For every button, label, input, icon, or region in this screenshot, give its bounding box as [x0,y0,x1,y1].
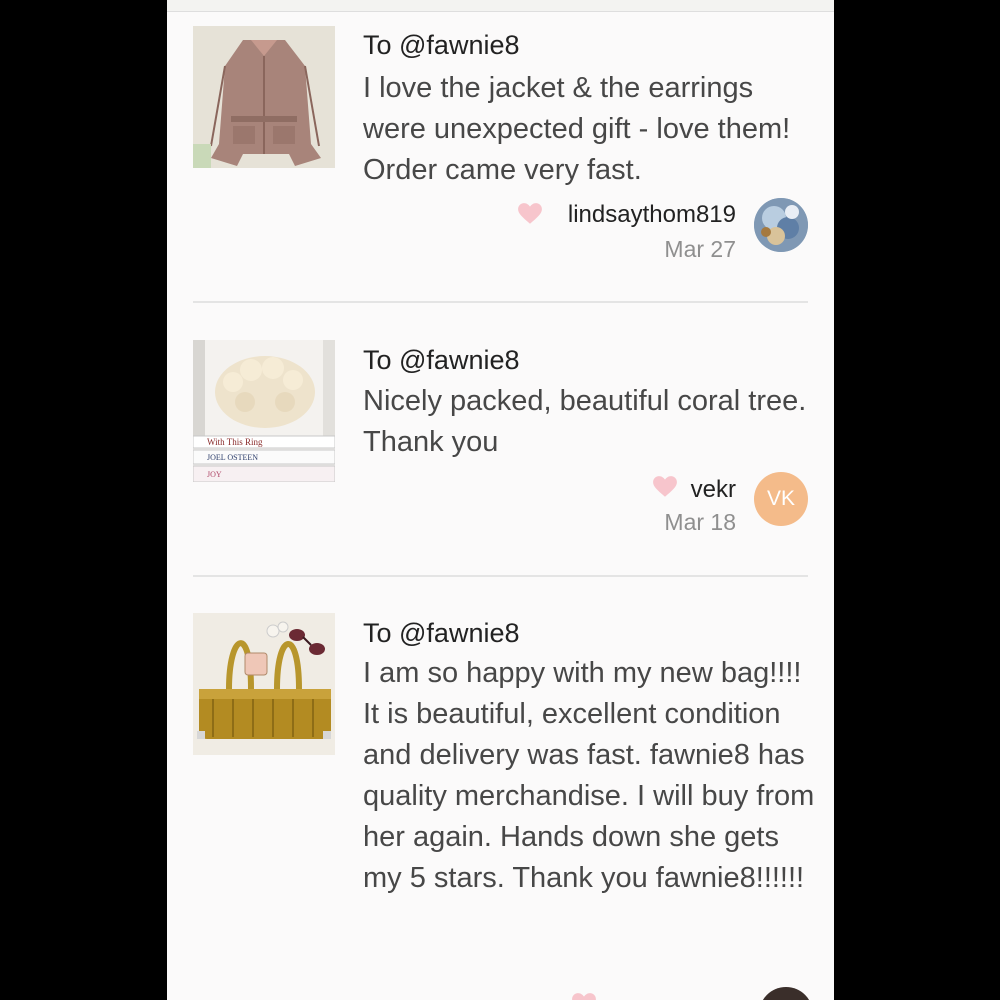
reviewer-username[interactable]: vekr [691,476,736,504]
reviewer-avatar[interactable]: VK [754,472,808,526]
recipient-label: To @fawnie8 [363,30,520,60]
heart-icon[interactable] [571,991,597,1000]
review-item: With This Ring JOEL OSTEEN JOY To @fawni… [167,303,834,576]
review-item: To @fawnie8 I am so happy with my new ba… [167,577,834,1000]
book-spine-1: With This Ring [207,437,263,447]
recipient-label: To @fawnie8 [363,345,520,375]
review-item: To @fawnie8 I love the jacket & the earr… [167,0,834,303]
handbag-photo [193,613,335,755]
review-text: I am so happy with my new bag!!!! It is … [363,657,815,894]
heart-icon[interactable] [517,201,543,227]
floral-avatar [754,198,808,252]
listing-thumbnail-bag[interactable] [193,613,335,755]
jacket-photo [193,26,335,168]
book-spine-3: JOY [207,470,222,479]
heart-icon[interactable] [652,474,678,500]
closet-love-notes-screen: To @fawnie8 I love the jacket & the earr… [167,0,834,1000]
listing-thumbnail-coral[interactable]: With This Ring JOEL OSTEEN JOY [193,340,335,482]
review-text: Nicely packed, beautiful coral tree. Tha… [363,385,807,458]
reviewer-avatar[interactable] [759,987,813,1000]
reviewer-username[interactable]: lindsaythom819 [568,201,736,229]
listing-thumbnail-jacket[interactable] [193,26,335,168]
review-date: Mar 18 [664,509,736,535]
book-spine-2: JOEL OSTEEN [207,453,259,462]
recipient-label: To @fawnie8 [363,618,520,648]
review-text: I love the jacket & the earrings were un… [363,72,791,186]
reviewer-avatar[interactable] [754,198,808,252]
review-date: Mar 27 [664,236,736,262]
